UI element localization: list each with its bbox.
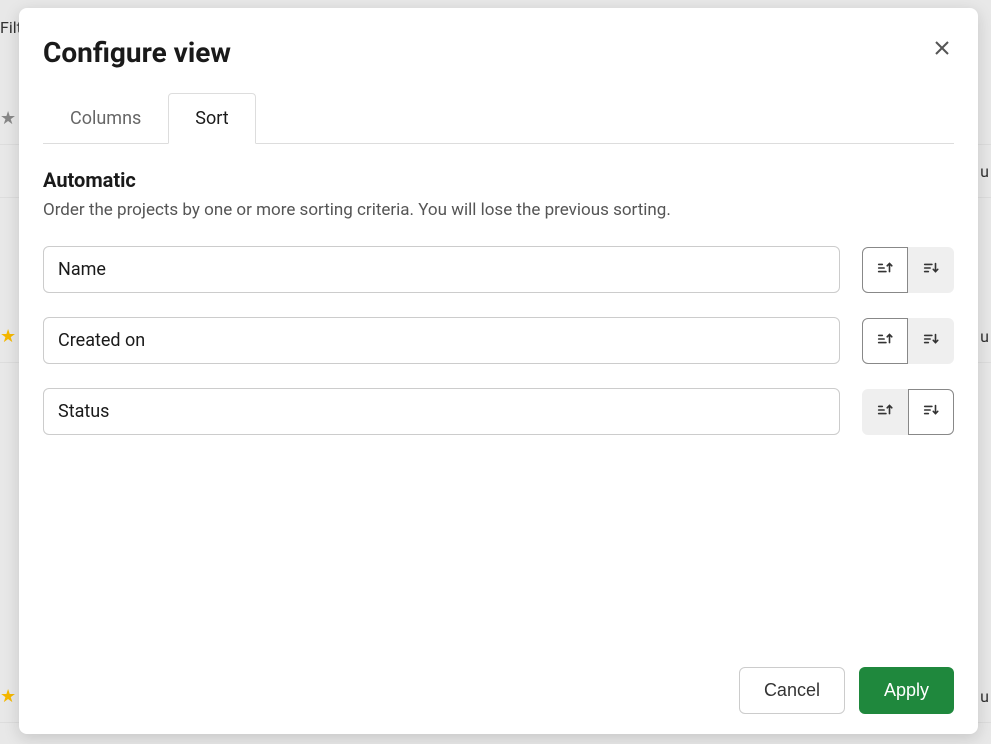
sort-direction-group [862, 247, 954, 293]
sort-desc-button[interactable] [908, 247, 954, 293]
sort-desc-button[interactable] [908, 389, 954, 435]
sort-row: Name [43, 246, 954, 293]
sort-asc-icon [876, 330, 894, 351]
sort-field-select[interactable]: Created on [43, 317, 840, 364]
apply-button[interactable]: Apply [859, 667, 954, 714]
truncated-text: u [980, 162, 989, 181]
sort-row: Status [43, 388, 954, 435]
sort-direction-group [862, 318, 954, 364]
sort-desc-icon [922, 330, 940, 351]
modal-content: Automatic Order the projects by one or m… [19, 144, 978, 647]
close-button[interactable] [930, 36, 954, 60]
sort-asc-icon [876, 401, 894, 422]
tabs: Columns Sort [43, 93, 954, 144]
section-description: Order the projects by one or more sortin… [43, 200, 954, 220]
sort-field-label: Name [58, 259, 106, 280]
sort-field-label: Created on [58, 330, 145, 351]
sort-field-select[interactable]: Status [43, 388, 840, 435]
sort-asc-button[interactable] [862, 389, 908, 435]
modal-header: Configure view [19, 8, 978, 69]
sort-asc-icon [876, 259, 894, 280]
tab-sort[interactable]: Sort [168, 93, 255, 144]
sort-desc-button[interactable] [908, 318, 954, 364]
truncated-text: u [980, 687, 989, 706]
modal-title: Configure view [43, 36, 231, 69]
cancel-button[interactable]: Cancel [739, 667, 845, 714]
star-icon: ★ [0, 108, 16, 129]
sort-asc-button[interactable] [862, 247, 908, 293]
sort-direction-group [862, 389, 954, 435]
sort-asc-button[interactable] [862, 318, 908, 364]
sort-field-select[interactable]: Name [43, 246, 840, 293]
tab-columns[interactable]: Columns [43, 93, 168, 143]
sort-desc-icon [922, 401, 940, 422]
sort-field-label: Status [58, 401, 109, 422]
configure-view-modal: Configure view Columns Sort Automatic Or… [19, 8, 978, 734]
section-title: Automatic [43, 168, 954, 192]
sort-row: Created on [43, 317, 954, 364]
truncated-text: u [980, 327, 989, 346]
close-icon [934, 40, 950, 56]
modal-footer: Cancel Apply [19, 647, 978, 734]
sort-desc-icon [922, 259, 940, 280]
